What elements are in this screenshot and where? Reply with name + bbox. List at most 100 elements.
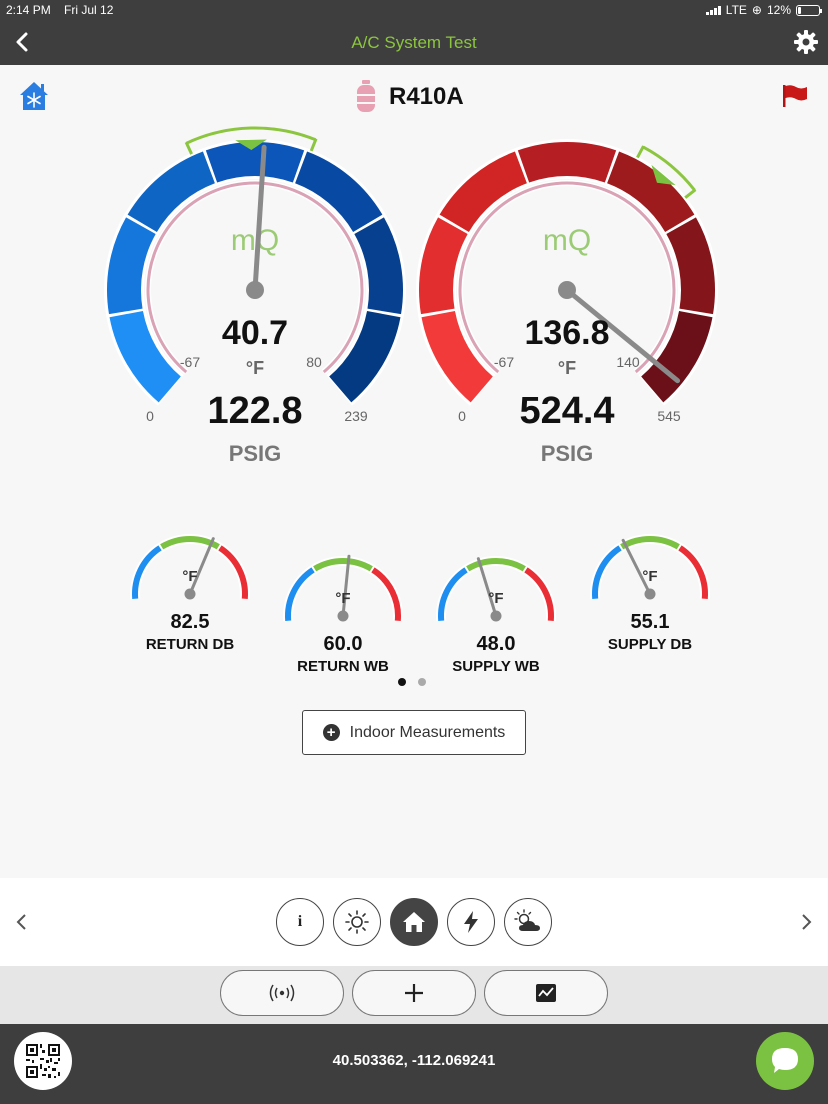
- wireless-signal-icon: [269, 984, 295, 1002]
- sun-icon: [345, 910, 369, 934]
- mini-gauge-dial: [130, 534, 250, 600]
- plus-icon: [405, 984, 423, 1002]
- tab-electrical[interactable]: [447, 898, 495, 946]
- chat-bubble-icon: [772, 1048, 798, 1073]
- mini-needle-hub: [644, 588, 656, 600]
- chevron-left-icon: [16, 914, 26, 930]
- refrigerant-label: R410A: [389, 83, 464, 110]
- gauge-segment: [107, 217, 156, 315]
- high-side-temp-unit: °F: [557, 358, 577, 378]
- header-row: R410A: [0, 66, 828, 126]
- indoor-measurements-label: Indoor Measurements: [349, 723, 506, 741]
- mini-gauge-label: SUPPLY WB: [452, 658, 540, 675]
- gauge-segment: [205, 142, 305, 183]
- high-side-temp-min: -67: [493, 354, 515, 370]
- low-side-temp-min: -67: [179, 354, 201, 370]
- mini-gauge-return-wb[interactable]: °F 60.0 RETURN WB: [278, 550, 408, 675]
- page-title: A/C System Test: [351, 33, 477, 52]
- mini-gauge-label: RETURN DB: [145, 636, 235, 653]
- low-side-temp: 40.7: [221, 314, 289, 352]
- gear-icon: [794, 30, 818, 54]
- sun-cloud-icon: [514, 909, 540, 931]
- settings-button[interactable]: [792, 28, 820, 56]
- add-button[interactable]: [352, 970, 476, 1016]
- needle-hub: [246, 281, 264, 299]
- chevron-right-icon: [802, 914, 812, 930]
- low-side-temp-max: 80: [306, 354, 322, 370]
- low-side-temp-unit: °F: [245, 358, 265, 378]
- high-side-pressure: 524.4: [519, 390, 615, 432]
- target-range-end: [184, 141, 193, 155]
- mode-tab-bar: i: [0, 878, 828, 966]
- low-side-pressure: 122.8: [207, 390, 303, 432]
- status-time: 2:14 PM: [6, 3, 51, 17]
- high-side-temp-max: 140: [616, 354, 640, 370]
- mini-gauge-unit: °F: [488, 590, 504, 607]
- mini-gauge-label: SUPPLY DB: [607, 636, 693, 653]
- battery-percent: 12%: [766, 3, 791, 17]
- gauge-segment: [354, 217, 403, 315]
- low-side-pressure-min: 0: [146, 408, 154, 424]
- gauge-segment: [419, 217, 468, 315]
- refrigerant-selector[interactable]: R410A: [355, 80, 464, 114]
- mini-gauge-return-db[interactable]: °F 82.5 RETURN DB: [125, 528, 255, 653]
- mini-gauge-dial: [590, 534, 710, 600]
- high-side-temp: 136.8: [524, 314, 610, 352]
- indoor-measurements-button[interactable]: + Indoor Measurements: [302, 710, 526, 755]
- target-range-end: [684, 188, 697, 199]
- target-range-end: [636, 145, 645, 159]
- mini-needle-hub: [184, 588, 196, 600]
- tab-home[interactable]: [390, 898, 438, 946]
- refrigerant-tank-icon: [357, 80, 375, 112]
- high-side-pressure-min: 0: [458, 408, 466, 424]
- mq-logo: mQ: [543, 224, 591, 257]
- home-icon: [403, 912, 425, 932]
- action-bar: [0, 966, 828, 1024]
- next-mode-button[interactable]: [796, 910, 816, 934]
- mini-gauge-value: 60.0: [323, 633, 363, 655]
- low-side-pressure-max: 239: [344, 408, 368, 424]
- orientation-lock-icon: ⊕: [751, 3, 762, 17]
- target-range-end: [309, 138, 318, 152]
- signal-icon: [705, 5, 721, 15]
- previous-mode-button[interactable]: [12, 910, 32, 934]
- gauge-segment: [517, 142, 617, 183]
- connect-sensors-button[interactable]: [220, 970, 344, 1016]
- mini-needle: [476, 557, 498, 618]
- high-side-gauge: mQ 136.8 °F -67 140 524.4 PSIG 0 545: [412, 118, 722, 468]
- gps-coordinates: 40.503362, -112.069241: [332, 1052, 496, 1069]
- high-side-pressure-max: 545: [657, 408, 681, 424]
- low-side-pressure-unit: PSIG: [228, 441, 282, 466]
- tab-info[interactable]: i: [276, 898, 324, 946]
- mini-gauge-supply-wb[interactable]: °F 48.0 SUPPLY WB: [431, 550, 561, 675]
- high-side-pressure-unit: PSIG: [540, 441, 594, 466]
- mini-gauge-value: 48.0: [476, 633, 516, 655]
- plus-circle-icon: +: [322, 724, 340, 741]
- mini-needle-hub: [337, 610, 349, 622]
- chat-button[interactable]: [756, 1032, 814, 1090]
- info-icon: i: [297, 913, 303, 930]
- status-bar: 2:14 PM Fri Jul 12 LTE ⊕ 12%: [0, 0, 828, 20]
- gauge-segment: [666, 217, 715, 315]
- house-snowflake-icon[interactable]: [18, 80, 50, 112]
- page-dot-active[interactable]: [398, 678, 406, 686]
- tab-cooling[interactable]: [333, 898, 381, 946]
- mini-needle: [188, 537, 215, 596]
- lightning-bolt-icon: [464, 911, 478, 933]
- graph-button[interactable]: [484, 970, 608, 1016]
- page-dot[interactable]: [418, 678, 426, 686]
- chart-icon: [536, 984, 556, 1002]
- mini-needle-hub: [490, 610, 502, 622]
- mini-gauge-unit: °F: [642, 568, 658, 585]
- mini-gauge-value: 55.1: [630, 611, 670, 633]
- tab-weather[interactable]: [504, 898, 552, 946]
- mini-gauge-label: RETURN WB: [297, 658, 389, 675]
- mini-gauge-unit: °F: [335, 590, 351, 607]
- mini-gauge-dial: [436, 556, 556, 622]
- flag-icon[interactable]: [782, 84, 808, 108]
- battery-icon: [796, 4, 822, 16]
- mini-gauge-supply-db[interactable]: °F 55.1 SUPPLY DB: [585, 528, 715, 653]
- low-side-gauge: mQ 40.7 °F -67 80 122.8 PSIG 0 239: [100, 118, 410, 468]
- mini-gauge-value: 82.5: [170, 611, 210, 633]
- page-indicator[interactable]: [398, 678, 426, 686]
